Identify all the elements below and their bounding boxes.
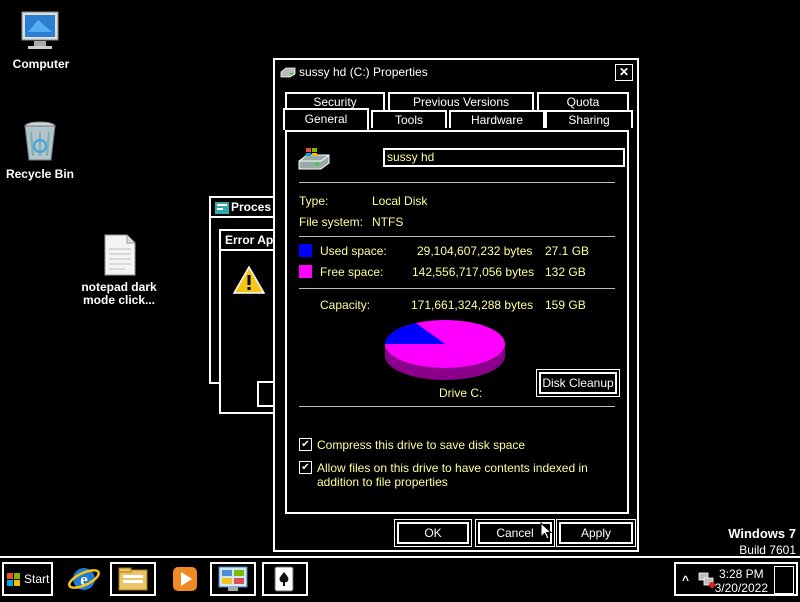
tab-tools[interactable]: Tools: [371, 110, 447, 128]
tab-quota[interactable]: Quota: [537, 92, 629, 110]
solitaire-icon: [274, 566, 294, 592]
taskbar-control-panel[interactable]: [210, 562, 256, 596]
show-desktop-button[interactable]: [774, 566, 794, 594]
network-icon[interactable]: [698, 572, 716, 588]
capacity-bytes: 171,661,324,288 bytes: [411, 298, 534, 312]
capacity-gb: 159 GB: [545, 298, 586, 312]
drive-icon: [280, 67, 296, 78]
used-space-gb: 27.1 GB: [545, 244, 590, 258]
tab-previous-versions[interactable]: Previous Versions: [388, 92, 534, 110]
taskbar-solitaire[interactable]: [262, 562, 308, 596]
windows-version-watermark: Windows 7: [728, 526, 796, 541]
type-label: Type:: [299, 194, 329, 208]
media-player-icon: [173, 567, 197, 591]
clock[interactable]: 3:28 PM 3/20/2022: [715, 567, 768, 595]
taskbar: Start e ^ 3:28 PM 3/20/2022: [0, 556, 800, 602]
process-icon: [215, 201, 229, 214]
clock-time: 3:28 PM: [718, 567, 764, 581]
ok-button[interactable]: OK: [396, 521, 470, 545]
start-button[interactable]: Start: [2, 562, 53, 596]
start-label: Start: [24, 572, 50, 586]
dialog-titlebar[interactable]: sussy hd (C:) Properties ✕: [275, 60, 637, 84]
desktop-icon-computer[interactable]: Computer: [0, 8, 86, 71]
recycle-bin-icon: [24, 121, 56, 161]
windows-logo-icon: [7, 573, 20, 586]
clock-date: 3/20/2022: [714, 581, 768, 595]
internet-explorer-icon: e: [68, 568, 100, 590]
computer-icon: [21, 11, 59, 49]
desktop-icon-label: notepad dark mode click...: [81, 280, 157, 307]
disk-cleanup-button[interactable]: Disk Cleanup: [538, 371, 618, 395]
used-space-swatch: [299, 244, 312, 257]
tab-general[interactable]: General: [283, 108, 369, 130]
taskbar-media-player[interactable]: [163, 562, 207, 596]
file-system-label: File system:: [299, 215, 364, 229]
divider: [299, 236, 615, 237]
check-mark-icon: ✔: [301, 439, 310, 450]
control-panel-icon: [218, 566, 248, 591]
tab-hardware[interactable]: Hardware: [449, 110, 545, 128]
taskbar-file-explorer[interactable]: [110, 562, 156, 596]
mouse-cursor-icon: [540, 522, 552, 540]
free-space-swatch: [299, 265, 312, 278]
file-system-value: NTFS: [372, 215, 404, 229]
free-space-label: Free space:: [320, 265, 384, 279]
disk-usage-pie: [385, 320, 505, 380]
divider: [299, 182, 615, 183]
dialog-title: sussy hd (C:) Properties: [299, 65, 428, 79]
check-mark-icon: ✔: [301, 462, 310, 473]
drive-name-input[interactable]: sussy hd: [383, 148, 625, 167]
text-document-icon: [104, 234, 136, 276]
show-hidden-icons-button[interactable]: ^: [682, 573, 689, 587]
index-label[interactable]: Allow files on this drive to have conten…: [317, 461, 617, 489]
hard-drive-icon: [298, 148, 330, 170]
close-button[interactable]: ✕: [615, 64, 633, 81]
divider: [299, 406, 615, 407]
desktop-icon-notepad[interactable]: notepad dark mode click...: [74, 233, 164, 307]
warning-icon: [233, 265, 265, 294]
file-explorer-icon: [118, 567, 148, 591]
divider: [299, 288, 615, 289]
used-space-label: Used space:: [320, 244, 387, 258]
free-space-gb: 132 GB: [545, 265, 586, 279]
compress-checkbox[interactable]: ✔: [299, 438, 312, 451]
tab-panel-general: sussy hd Type: Local Disk File system: N…: [285, 130, 629, 514]
properties-dialog[interactable]: sussy hd (C:) Properties ✕ Security Prev…: [273, 58, 639, 552]
drive-caption: Drive C:: [439, 386, 483, 400]
window-titlebar: Error App: [221, 231, 281, 251]
taskbar-internet-explorer[interactable]: e: [62, 562, 106, 596]
desktop-icon-recycle-bin[interactable]: Recycle Bin: [0, 118, 85, 181]
window-title: Proces: [231, 200, 272, 214]
type-value: Local Disk: [372, 194, 428, 208]
windows-build-watermark: Build 7601: [739, 543, 796, 557]
index-checkbox[interactable]: ✔: [299, 461, 312, 474]
tab-sharing[interactable]: Sharing: [545, 110, 633, 128]
system-tray: ^ 3:28 PM 3/20/2022: [674, 562, 798, 596]
used-space-bytes: 29,104,607,232 bytes: [417, 244, 533, 258]
desktop-icon-label: Computer: [12, 57, 70, 71]
apply-button[interactable]: Apply: [558, 521, 634, 545]
window-titlebar: Proces: [211, 198, 281, 218]
desktop-icon-label: Recycle Bin: [5, 167, 75, 181]
capacity-label: Capacity:: [320, 298, 371, 312]
free-space-bytes: 142,556,717,056 bytes: [412, 265, 535, 279]
compress-label[interactable]: Compress this drive to save disk space: [317, 438, 525, 452]
